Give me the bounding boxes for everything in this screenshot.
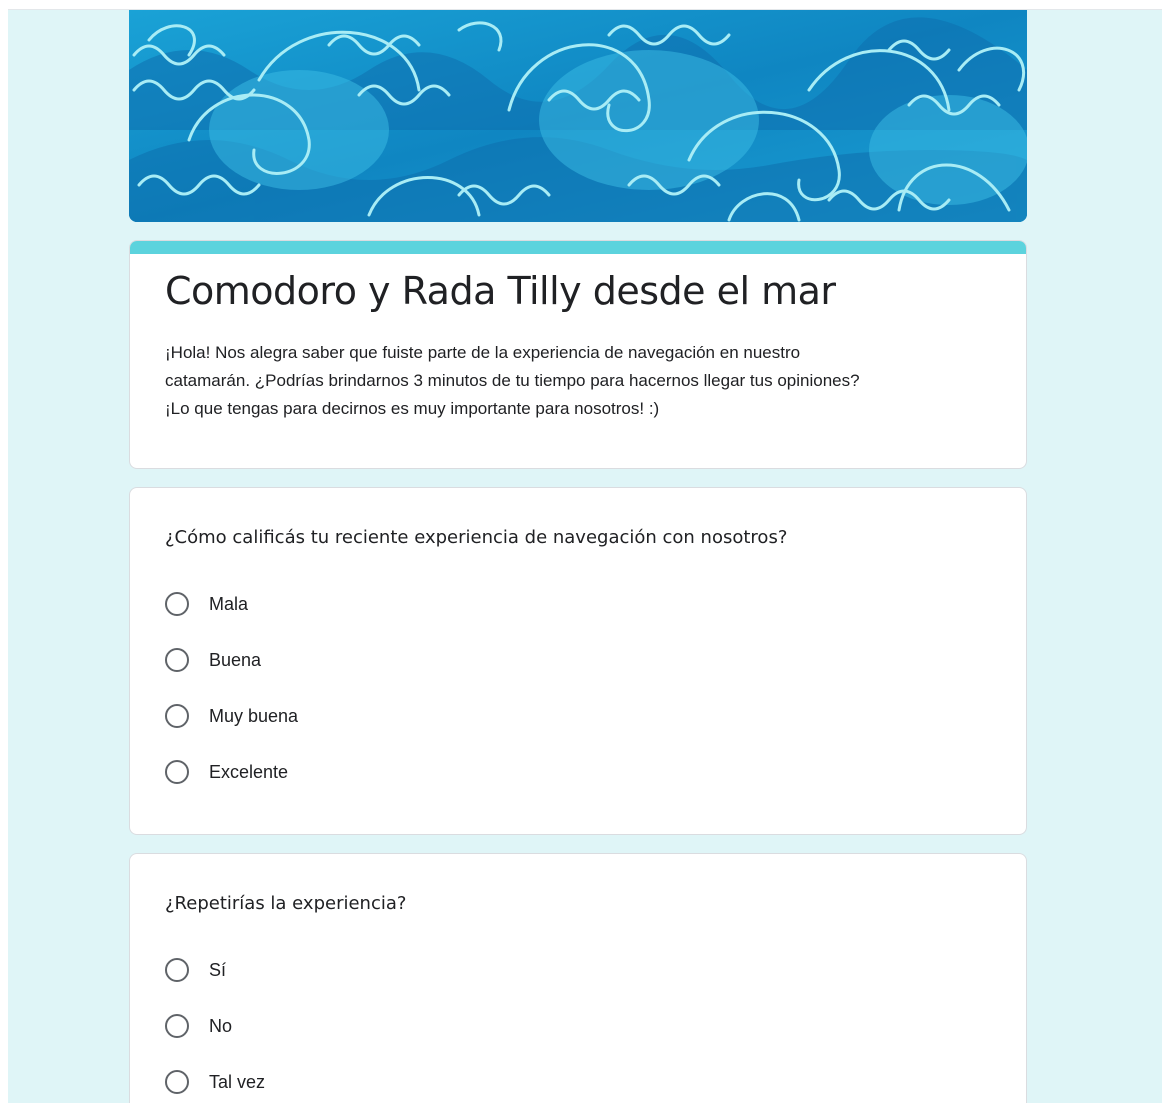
radio-button[interactable] [165,1070,189,1094]
form-container: Comodoro y Rada Tilly desde el mar ¡Hola… [129,10,1027,1103]
radio-button[interactable] [165,704,189,728]
question-title: ¿Cómo calificás tu reciente experiencia … [165,527,788,548]
option-muy-buena[interactable]: Muy buena [165,688,991,744]
radio-button[interactable] [165,760,189,784]
question-title: ¿Repetirías la experiencia? [165,893,407,914]
option-label: Sí [209,959,227,980]
question-card-repeat: ¿Repetirías la experiencia? Sí No Tal ve… [129,853,1027,1103]
header-banner-image [129,10,1027,222]
form-description: ¡Hola! Nos alegra saber que fuiste parte… [165,342,860,418]
form-title: Comodoro y Rada Tilly desde el mar [165,269,836,313]
option-label: Tal vez [209,1071,266,1092]
option-label: Muy buena [209,705,299,726]
form-header-card: Comodoro y Rada Tilly desde el mar ¡Hola… [129,240,1027,469]
option-no[interactable]: No [165,998,991,1054]
option-mala[interactable]: Mala [165,576,991,632]
option-excelente[interactable]: Excelente [165,744,991,800]
waves-pattern [129,10,1027,222]
option-label: Mala [209,593,249,614]
radio-button[interactable] [165,648,189,672]
option-label: Buena [209,649,262,670]
radio-button[interactable] [165,1014,189,1038]
radio-button[interactable] [165,958,189,982]
left-edge [0,0,8,1103]
top-bar [0,0,1162,10]
option-label: Excelente [209,761,289,782]
option-si[interactable]: Sí [165,942,991,998]
header-accent-bar [130,241,1026,254]
option-label: No [209,1015,233,1036]
form-page: Comodoro y Rada Tilly desde el mar ¡Hola… [0,0,1162,1103]
radio-button[interactable] [165,592,189,616]
option-buena[interactable]: Buena [165,632,991,688]
option-tal-vez[interactable]: Tal vez [165,1054,991,1103]
question-card-rating: ¿Cómo calificás tu reciente experiencia … [129,487,1027,835]
